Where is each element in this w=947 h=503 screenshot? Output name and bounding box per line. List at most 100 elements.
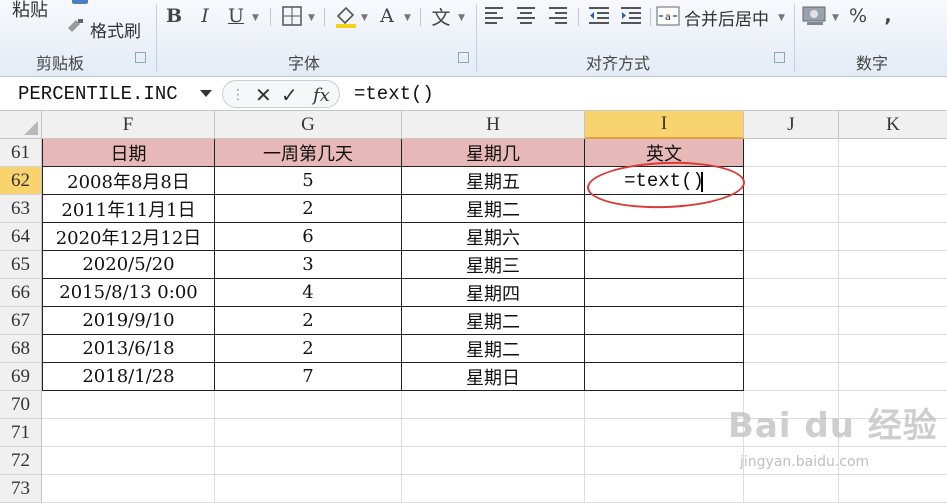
empty-cell[interactable] <box>839 363 947 391</box>
increase-indent-icon[interactable] <box>620 6 642 28</box>
date-cell[interactable]: 2013/6/18 <box>43 335 215 363</box>
english-cell[interactable] <box>585 279 744 307</box>
weekday-number-cell[interactable]: 5 <box>215 167 402 195</box>
phonetic-button[interactable]: 文 <box>428 2 454 30</box>
empty-cell[interactable] <box>585 419 744 447</box>
row-header[interactable]: 68 <box>0 335 42 363</box>
row-header[interactable]: 63 <box>0 195 42 223</box>
chevron-down-icon[interactable]: ▼ <box>308 13 315 23</box>
column-header-h[interactable]: H <box>402 111 585 139</box>
weekday-name-cell[interactable]: 星期二 <box>402 195 585 223</box>
table-header-cell[interactable]: 日期 <box>43 139 215 167</box>
weekday-name-cell[interactable]: 星期日 <box>402 363 585 391</box>
english-cell[interactable] <box>585 251 744 279</box>
border-icon[interactable] <box>282 6 302 30</box>
formula-input[interactable]: =text() <box>354 80 434 108</box>
row-header[interactable]: 71 <box>0 419 42 447</box>
row-header[interactable]: 72 <box>0 447 42 475</box>
weekday-number-cell[interactable]: 7 <box>215 363 402 391</box>
chevron-down-icon[interactable]: ▼ <box>252 13 259 23</box>
weekday-name-cell[interactable]: 星期二 <box>402 335 585 363</box>
empty-cell[interactable] <box>744 251 839 279</box>
formula-bar-handle-icon[interactable]: ⋮ <box>231 81 245 109</box>
empty-cell[interactable] <box>839 167 947 195</box>
empty-cell[interactable] <box>42 419 215 447</box>
date-cell[interactable]: 2020/5/20 <box>43 251 215 279</box>
chevron-down-icon[interactable]: ▼ <box>778 13 785 23</box>
weekday-number-cell[interactable]: 4 <box>215 279 402 307</box>
empty-cell[interactable] <box>585 391 744 419</box>
date-cell[interactable]: 2019/9/10 <box>43 307 215 335</box>
weekday-name-cell[interactable]: 星期二 <box>402 307 585 335</box>
clipboard-launcher-icon[interactable] <box>135 52 146 63</box>
empty-cell[interactable] <box>839 335 947 363</box>
column-header-g[interactable]: G <box>215 111 402 139</box>
chevron-down-icon[interactable]: ▼ <box>458 13 465 23</box>
format-painter-icon[interactable] <box>66 18 84 32</box>
name-box[interactable]: PERCENTILE.INC <box>6 80 218 108</box>
empty-cell[interactable] <box>839 307 947 335</box>
column-header-k[interactable]: K <box>839 111 947 139</box>
row-header[interactable]: 62 <box>0 167 42 195</box>
underline-button[interactable]: U <box>224 2 248 30</box>
comma-style-button[interactable]: , <box>878 2 898 30</box>
insert-function-button[interactable]: fx <box>313 81 330 109</box>
row-header[interactable]: 73 <box>0 475 42 503</box>
date-cell[interactable]: 2018/1/28 <box>43 363 215 391</box>
empty-cell[interactable] <box>839 223 947 251</box>
row-header[interactable]: 67 <box>0 307 42 335</box>
select-all-button[interactable] <box>0 111 42 139</box>
paste-button[interactable]: 粘贴 <box>12 0 48 22</box>
chevron-down-icon[interactable]: ▼ <box>404 13 411 23</box>
decrease-indent-icon[interactable] <box>588 6 610 28</box>
english-cell[interactable] <box>585 363 744 391</box>
weekday-number-cell[interactable]: 6 <box>215 223 402 251</box>
currency-format-icon[interactable] <box>802 4 828 30</box>
date-cell[interactable]: 2008年8月8日 <box>43 167 215 195</box>
column-header-j[interactable]: J <box>744 111 839 139</box>
empty-cell[interactable] <box>839 279 947 307</box>
table-header-cell[interactable]: 星期几 <box>402 139 585 167</box>
copy-icon[interactable] <box>72 0 88 4</box>
empty-cell[interactable] <box>744 307 839 335</box>
align-center-icon[interactable] <box>516 6 536 28</box>
date-cell[interactable]: 2011年11月1日 <box>43 195 215 223</box>
table-header-cell[interactable]: 一周第几天 <box>215 139 402 167</box>
empty-cell[interactable] <box>744 279 839 307</box>
empty-cell[interactable] <box>585 475 744 503</box>
row-header[interactable]: 65 <box>0 251 42 279</box>
font-color-button[interactable]: A <box>376 2 398 30</box>
align-left-icon[interactable] <box>484 6 504 28</box>
name-box-dropdown-icon[interactable] <box>200 90 212 97</box>
row-header[interactable]: 64 <box>0 223 42 251</box>
merge-center-button[interactable]: 合并后居中 <box>684 5 769 30</box>
empty-cell[interactable] <box>744 167 839 195</box>
empty-cell[interactable] <box>42 447 215 475</box>
empty-cell[interactable] <box>744 195 839 223</box>
date-cell[interactable]: 2020年12月12日 <box>43 223 215 251</box>
empty-cell[interactable] <box>215 391 402 419</box>
fill-color-icon[interactable] <box>334 4 358 32</box>
empty-cell[interactable] <box>744 335 839 363</box>
empty-cell[interactable] <box>215 447 402 475</box>
alignment-launcher-icon[interactable] <box>774 52 785 63</box>
column-header-i[interactable]: I <box>585 111 744 139</box>
weekday-number-cell[interactable]: 2 <box>215 307 402 335</box>
confirm-entry-button[interactable]: ✓ <box>281 81 298 109</box>
empty-cell[interactable] <box>839 251 947 279</box>
date-cell[interactable]: 2015/8/13 0:00 <box>43 279 215 307</box>
empty-cell[interactable] <box>839 195 947 223</box>
weekday-name-cell[interactable]: 星期四 <box>402 279 585 307</box>
bold-button[interactable]: B <box>162 2 186 30</box>
empty-cell[interactable] <box>402 447 585 475</box>
english-cell[interactable] <box>585 223 744 251</box>
font-launcher-icon[interactable] <box>458 52 469 63</box>
empty-cell[interactable] <box>402 391 585 419</box>
weekday-name-cell[interactable]: 星期六 <box>402 223 585 251</box>
row-header[interactable]: 69 <box>0 363 42 391</box>
row-header[interactable]: 70 <box>0 391 42 419</box>
empty-cell[interactable] <box>744 363 839 391</box>
empty-cell[interactable] <box>744 139 839 167</box>
empty-cell[interactable] <box>402 475 585 503</box>
empty-cell[interactable] <box>215 419 402 447</box>
